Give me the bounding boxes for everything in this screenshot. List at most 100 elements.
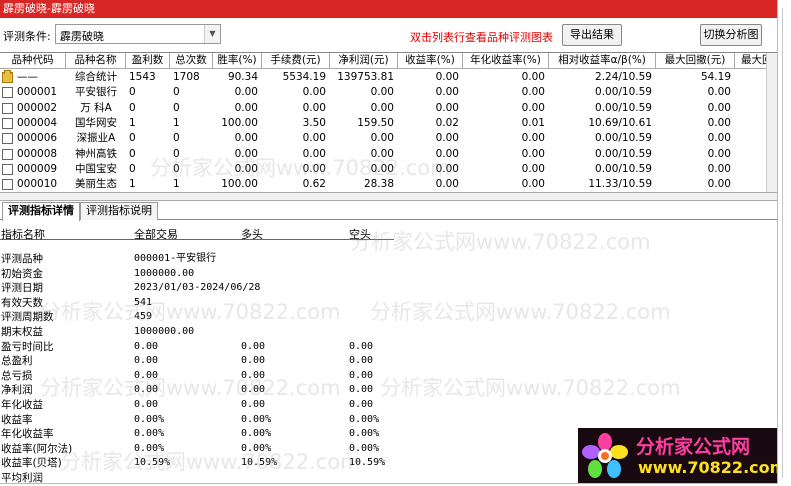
table-row[interactable]: 000001 平安银行 0 0 0.00 0.00 0.00 0.00 0.00 0.00/10.… [0, 85, 777, 100]
checkbox-icon[interactable] [2, 133, 13, 145]
column-header[interactable]: 净利润(元) [330, 53, 398, 69]
column-header[interactable]: 品种名称 [66, 53, 126, 69]
cell-relative-return: 0.00/10.59 [595, 101, 652, 114]
cell-wins: 0 [129, 162, 136, 175]
cell-name: 美丽生态 [75, 178, 117, 191]
metric-value-short: 0.00% [349, 442, 380, 454]
details-header: 指标名称 全部交易 多头 空头 [0, 223, 394, 241]
checkbox-icon[interactable] [2, 102, 13, 114]
metric-label: 评测品种 [1, 253, 43, 265]
metric-value-short: 10.59% [349, 457, 386, 469]
cell-winrate: 90.34 [227, 71, 258, 83]
cell-fee: 0.00 [302, 132, 326, 145]
cell-profit: 28.38 [363, 178, 394, 191]
metric-label: 盈亏时间比 [1, 340, 54, 353]
cell-relative-return: 0.00/10.59 [595, 147, 652, 160]
metric-value-all: 0.00% [134, 413, 165, 425]
metric-value-short: 0.00 [349, 369, 374, 381]
metric-value-long: 0.00 [241, 355, 266, 367]
metric-label: 净利润 [1, 384, 33, 397]
cell-name: 深振业A [76, 132, 116, 145]
cell-fee: 5534.19 [282, 71, 326, 83]
cell-name: 综合统计 [75, 71, 117, 83]
table-scrollbar[interactable] [766, 53, 777, 192]
cell-return: 0.00 [435, 132, 459, 145]
metric-value-long: 0.00 [241, 369, 266, 381]
title-bar: 霹雳破晓-霹雳破晓 [0, 0, 777, 18]
metric-value-long: 10.59% [241, 457, 278, 469]
backtest-window: 霹雳破晓-霹雳破晓 评测条件: 霹雳破晓 ▼ 双击列表行查看品种评测图表 导出结… [0, 0, 778, 484]
cell-total: 1708 [173, 71, 200, 83]
pane-splitter[interactable] [0, 192, 777, 201]
column-header[interactable]: 最大回撤(元) [656, 53, 735, 69]
table-row[interactable]: —— 综合统计 1543 1708 90.34 5534.19 139753.81 0.00 0… [0, 70, 777, 85]
cell-winrate: 0.00 [234, 86, 258, 99]
checkbox-icon[interactable] [2, 117, 13, 129]
metric-value-all: 1000000.00 [134, 326, 195, 337]
metric-row: 评测品种 000001-平安银行 [0, 252, 400, 266]
table-row[interactable]: 000002 万 科A 0 0 0.00 0.00 0.00 0.00 0.00 0.00/10.… [0, 101, 777, 116]
cell-fee: 0.00 [302, 162, 326, 175]
cell-max-drawdown: 0.00 [707, 162, 731, 175]
cell-return: 0.02 [435, 116, 459, 129]
chevron-down-icon[interactable]: ▼ [204, 25, 220, 43]
column-header[interactable]: 相对收益率α/β(%) [549, 53, 656, 69]
metric-label: 有效天数 [1, 296, 43, 309]
cell-winrate: 100.00 [221, 116, 258, 129]
table-row[interactable]: 000004 国华网安 1 1 100.00 3.50 159.50 0.02 0.01 10.6… [0, 116, 777, 131]
cell-wins: 1 [129, 116, 136, 129]
table-row[interactable]: 000006 深振业A 0 0 0.00 0.00 0.00 0.00 0.00 0.00/10.… [0, 131, 777, 146]
results-table: 品种代码 品种名称 盈利数 总次数 胜率(%) 手续费(元) 净利润(元) 收益… [0, 52, 777, 192]
metric-row: 年化收益率 0.00% 0.00% 0.00% [0, 427, 400, 441]
column-header[interactable]: 品种代码 [0, 53, 66, 69]
metric-label: 收益率(阿尔法) [1, 442, 73, 455]
criteria-label: 评测条件: [3, 30, 51, 43]
cell-name: 平安银行 [75, 86, 117, 99]
column-header[interactable]: 总次数 [170, 53, 213, 69]
column-header[interactable]: 手续费(元) [262, 53, 330, 69]
table-row[interactable]: 000010 美丽生态 1 1 100.00 0.62 28.38 0.00 0.00 11.33… [0, 177, 777, 192]
tab-metric-details[interactable]: 评测指标详情 [2, 202, 80, 221]
metric-label: 初始资金 [1, 267, 43, 280]
metric-label: 收益率 [1, 413, 33, 426]
cell-profit: 0.00 [370, 147, 394, 160]
folder-icon[interactable] [2, 70, 13, 83]
table-row[interactable]: 000008 神州高铁 0 0 0.00 0.00 0.00 0.00 0.00 0.00/10.… [0, 147, 777, 162]
tab-metric-help[interactable]: 评测指标说明 [80, 202, 158, 220]
column-header[interactable]: 胜率(%) [213, 53, 262, 69]
metric-row: 初始资金 1000000.00 [0, 267, 400, 281]
cell-code: 000006 [17, 132, 58, 145]
metric-value-all: 0.00 [134, 369, 159, 381]
details-header-all: 全部交易 [134, 228, 178, 241]
cell-profit: 139753.81 [337, 71, 394, 83]
cell-code: 000010 [17, 178, 58, 191]
cell-fee: 0.00 [302, 101, 326, 114]
cell-return: 0.00 [435, 101, 459, 114]
column-header[interactable]: 盈利数 [126, 53, 170, 69]
export-button[interactable]: 导出结果 [562, 24, 622, 46]
cell-total: 1 [173, 178, 180, 191]
metric-value-all: 10.59% [134, 457, 171, 469]
table-row[interactable]: 000009 中国宝安 0 0 0.00 0.00 0.00 0.00 0.00 0.00/10.… [0, 162, 777, 177]
cell-profit: 0.00 [370, 132, 394, 145]
column-header[interactable]: 收益率(%) [398, 53, 463, 69]
switch-chart-button[interactable]: 切换分析图 [700, 24, 762, 46]
column-header[interactable]: 年化收益率(%) [463, 53, 549, 69]
cell-profit: 0.00 [370, 101, 394, 114]
checkbox-icon[interactable] [2, 163, 13, 175]
checkbox-icon[interactable] [2, 87, 13, 99]
metric-label: 总盈利 [1, 355, 33, 368]
checkbox-icon[interactable] [2, 179, 13, 191]
cell-return: 0.00 [435, 86, 459, 99]
metric-value-all: 459 [134, 311, 153, 323]
frame-edge [782, 8, 783, 478]
metric-label: 年化收益 [1, 399, 43, 411]
cell-wins: 1543 [129, 71, 156, 83]
detail-tabs: 评测指标详情 评测指标说明 [0, 201, 777, 221]
criteria-select[interactable]: 霹雳破晓 ▼ [55, 24, 221, 44]
cell-annual-return: 0.00 [521, 86, 545, 99]
checkbox-icon[interactable] [2, 148, 13, 160]
cell-profit: 0.00 [370, 86, 394, 99]
cell-annual-return: 0.00 [521, 132, 545, 145]
cell-profit: 159.50 [357, 116, 394, 129]
